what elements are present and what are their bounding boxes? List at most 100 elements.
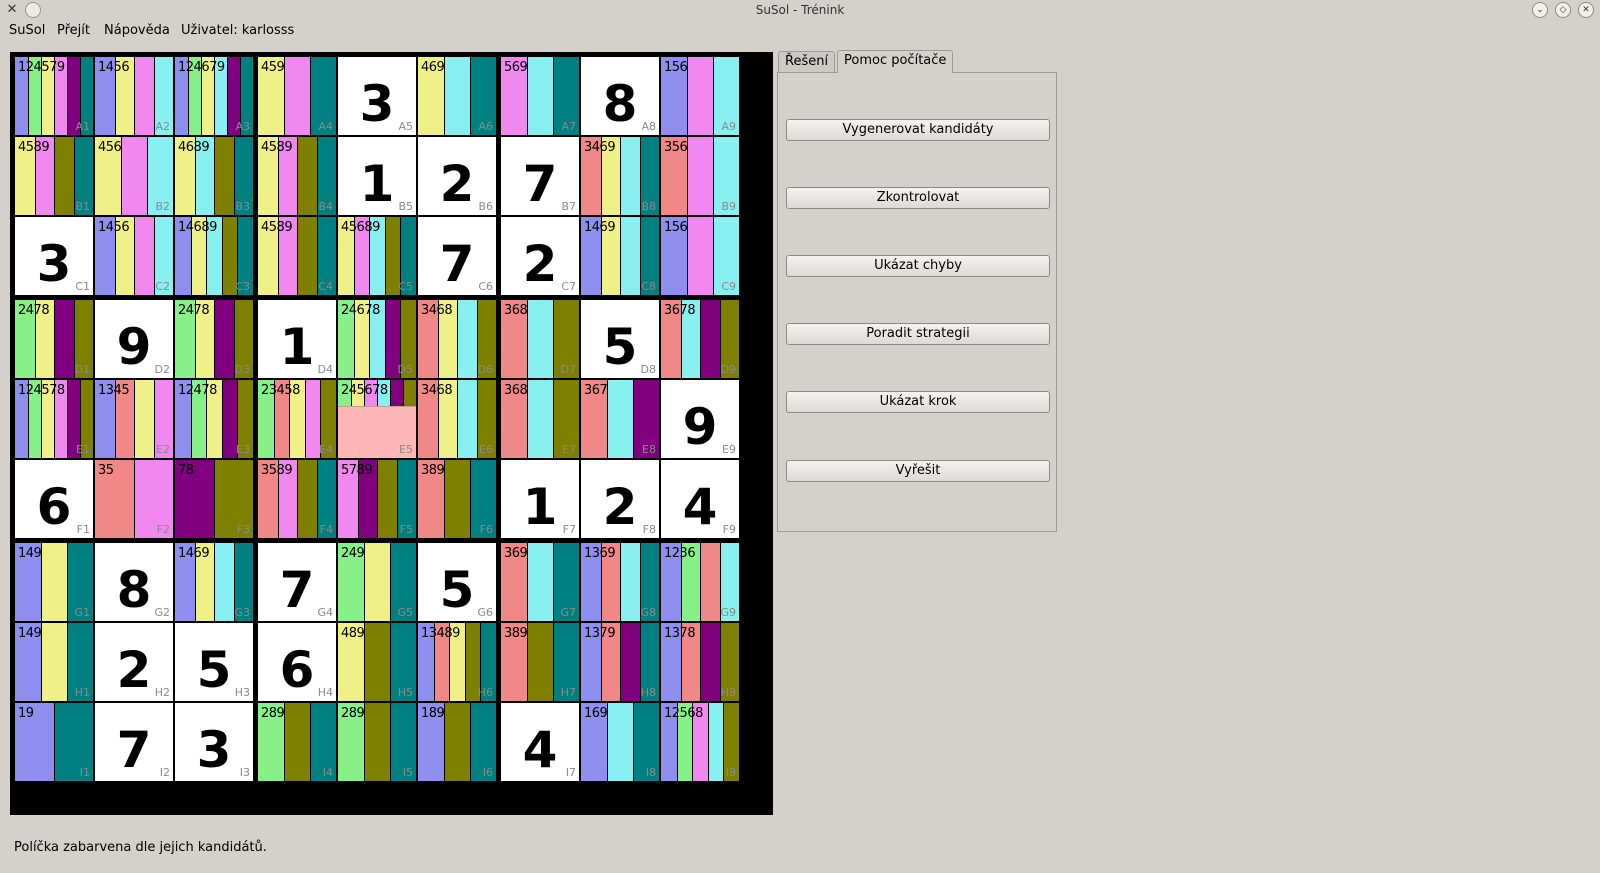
- cell-E8[interactable]: 367 E8: [581, 380, 659, 458]
- cell-I8[interactable]: 169 I8: [581, 703, 659, 781]
- cell-C1[interactable]: 3 C1: [15, 217, 93, 295]
- cell-C2[interactable]: 1456 C2: [95, 217, 173, 295]
- cell-F6[interactable]: 389 F6: [418, 460, 496, 538]
- cell-D1[interactable]: 2478 D1: [15, 300, 93, 378]
- cell-A2[interactable]: 1456 A2: [95, 57, 173, 135]
- cell-F1[interactable]: 6 F1: [15, 460, 93, 538]
- cell-D5[interactable]: 24678 D5: [338, 300, 416, 378]
- cell-A3[interactable]: 124679 A3: [175, 57, 253, 135]
- solve-button[interactable]: Vyřešit: [786, 460, 1050, 482]
- cell-B2[interactable]: 456 B2: [95, 137, 173, 215]
- cell-G8[interactable]: 1369 G8: [581, 543, 659, 621]
- cell-D4[interactable]: 1 D4: [258, 300, 336, 378]
- cell-I6[interactable]: 189 I6: [418, 703, 496, 781]
- cell-I7[interactable]: 4 I7: [501, 703, 579, 781]
- menu-susol[interactable]: SuSol: [9, 23, 45, 38]
- cell-B6[interactable]: 2 B6: [418, 137, 496, 215]
- menu-napoveda[interactable]: Nápověda: [104, 23, 170, 38]
- cell-C6[interactable]: 7 C6: [418, 217, 496, 295]
- cell-A7[interactable]: 569 A7: [501, 57, 579, 135]
- cell-candidates: 189: [421, 706, 445, 721]
- cell-H4[interactable]: 6 H4: [258, 623, 336, 701]
- cell-I3[interactable]: 3 I3: [175, 703, 253, 781]
- cell-H8[interactable]: 1379 H8: [581, 623, 659, 701]
- cell-G6[interactable]: 5 G6: [418, 543, 496, 621]
- tab-reseni[interactable]: Řešení: [778, 51, 836, 72]
- cell-I2[interactable]: 7 I2: [95, 703, 173, 781]
- cell-F3[interactable]: 78 F3: [175, 460, 253, 538]
- cell-B7[interactable]: 7 B7: [501, 137, 579, 215]
- cell-G1[interactable]: 149 G1: [15, 543, 93, 621]
- minimize-icon[interactable]: ⌄: [1532, 2, 1548, 18]
- cell-F5[interactable]: 5789 F5: [338, 460, 416, 538]
- cell-E7[interactable]: 368 E7: [501, 380, 579, 458]
- tab-pomoc-pocitace[interactable]: Pomoc počítače: [837, 50, 954, 73]
- cell-E5[interactable]: 245678 E5: [338, 380, 416, 458]
- generate-candidates-button[interactable]: Vygenerovat kandidáty: [786, 119, 1050, 141]
- menu-prejit[interactable]: Přejít: [57, 23, 90, 38]
- cell-H7[interactable]: 389 H7: [501, 623, 579, 701]
- cell-F8[interactable]: 2 F8: [581, 460, 659, 538]
- cell-D7[interactable]: 368 D7: [501, 300, 579, 378]
- stripe-separator: [154, 380, 155, 458]
- cell-H9[interactable]: 1378 H9: [661, 623, 739, 701]
- cell-B5[interactable]: 1 B5: [338, 137, 416, 215]
- cell-G9[interactable]: 1236 G9: [661, 543, 739, 621]
- cell-E9[interactable]: 9 E9: [661, 380, 739, 458]
- cell-A9[interactable]: 156 A9: [661, 57, 739, 135]
- cell-G7[interactable]: 369 G7: [501, 543, 579, 621]
- cell-D8[interactable]: 5 D8: [581, 300, 659, 378]
- cell-D6[interactable]: 3468 D6: [418, 300, 496, 378]
- cell-H5[interactable]: 489 H5: [338, 623, 416, 701]
- cell-D9[interactable]: 3678 D9: [661, 300, 739, 378]
- cell-C5[interactable]: 45689 C5: [338, 217, 416, 295]
- cell-F9[interactable]: 4 F9: [661, 460, 739, 538]
- menu-uzivatel[interactable]: Uživatel: karlosss: [181, 23, 294, 38]
- cell-I1[interactable]: 19 I1: [15, 703, 93, 781]
- cell-I9[interactable]: 12568 I9: [661, 703, 739, 781]
- cell-G3[interactable]: 1469 G3: [175, 543, 253, 621]
- cell-D2[interactable]: 9 D2: [95, 300, 173, 378]
- cell-I5[interactable]: 289 I5: [338, 703, 416, 781]
- cell-B3[interactable]: 4689 B3: [175, 137, 253, 215]
- cell-candidates: 12568: [664, 706, 703, 721]
- close-icon[interactable]: ✕: [1578, 2, 1594, 18]
- cell-B9[interactable]: 356 B9: [661, 137, 739, 215]
- show-step-button[interactable]: Ukázat krok: [786, 391, 1050, 413]
- cell-E2[interactable]: 1345 E2: [95, 380, 173, 458]
- maximize-icon[interactable]: ◇: [1555, 2, 1571, 18]
- cell-H6[interactable]: 13489 H6: [418, 623, 496, 701]
- cell-H1[interactable]: 149 H1: [15, 623, 93, 701]
- cell-E4[interactable]: 23458 E4: [258, 380, 336, 458]
- cell-C8[interactable]: 1469 C8: [581, 217, 659, 295]
- cell-H2[interactable]: 2 H2: [95, 623, 173, 701]
- cell-F2[interactable]: 35 F2: [95, 460, 173, 538]
- cell-C4[interactable]: 4589 C4: [258, 217, 336, 295]
- cell-F4[interactable]: 3589 F4: [258, 460, 336, 538]
- cell-E6[interactable]: 3468 E6: [418, 380, 496, 458]
- cell-B1[interactable]: 4589 B1: [15, 137, 93, 215]
- cell-A4[interactable]: 459 A4: [258, 57, 336, 135]
- cell-G2[interactable]: 8 G2: [95, 543, 173, 621]
- candidate-stripe-5: [134, 57, 154, 135]
- cell-H3[interactable]: 5 H3: [175, 623, 253, 701]
- cell-C9[interactable]: 156 C9: [661, 217, 739, 295]
- suggest-strategy-button[interactable]: Poradit strategii: [786, 323, 1050, 345]
- cell-C7[interactable]: 2 C7: [501, 217, 579, 295]
- cell-A5[interactable]: 3 A5: [338, 57, 416, 135]
- cell-A1[interactable]: 124579 A1: [15, 57, 93, 135]
- cell-E3[interactable]: 12478 E3: [175, 380, 253, 458]
- show-errors-button[interactable]: Ukázat chyby: [786, 255, 1050, 277]
- check-button[interactable]: Zkontrolovat: [786, 187, 1050, 209]
- cell-F7[interactable]: 1 F7: [501, 460, 579, 538]
- cell-B8[interactable]: 3469 B8: [581, 137, 659, 215]
- cell-A8[interactable]: 8 A8: [581, 57, 659, 135]
- cell-D3[interactable]: 2478 D3: [175, 300, 253, 378]
- cell-G5[interactable]: 249 G5: [338, 543, 416, 621]
- cell-I4[interactable]: 289 I4: [258, 703, 336, 781]
- cell-A6[interactable]: 469 A6: [418, 57, 496, 135]
- cell-G4[interactable]: 7 G4: [258, 543, 336, 621]
- cell-C3[interactable]: 14689 C3: [175, 217, 253, 295]
- cell-B4[interactable]: 4589 B4: [258, 137, 336, 215]
- cell-E1[interactable]: 124578 E1: [15, 380, 93, 458]
